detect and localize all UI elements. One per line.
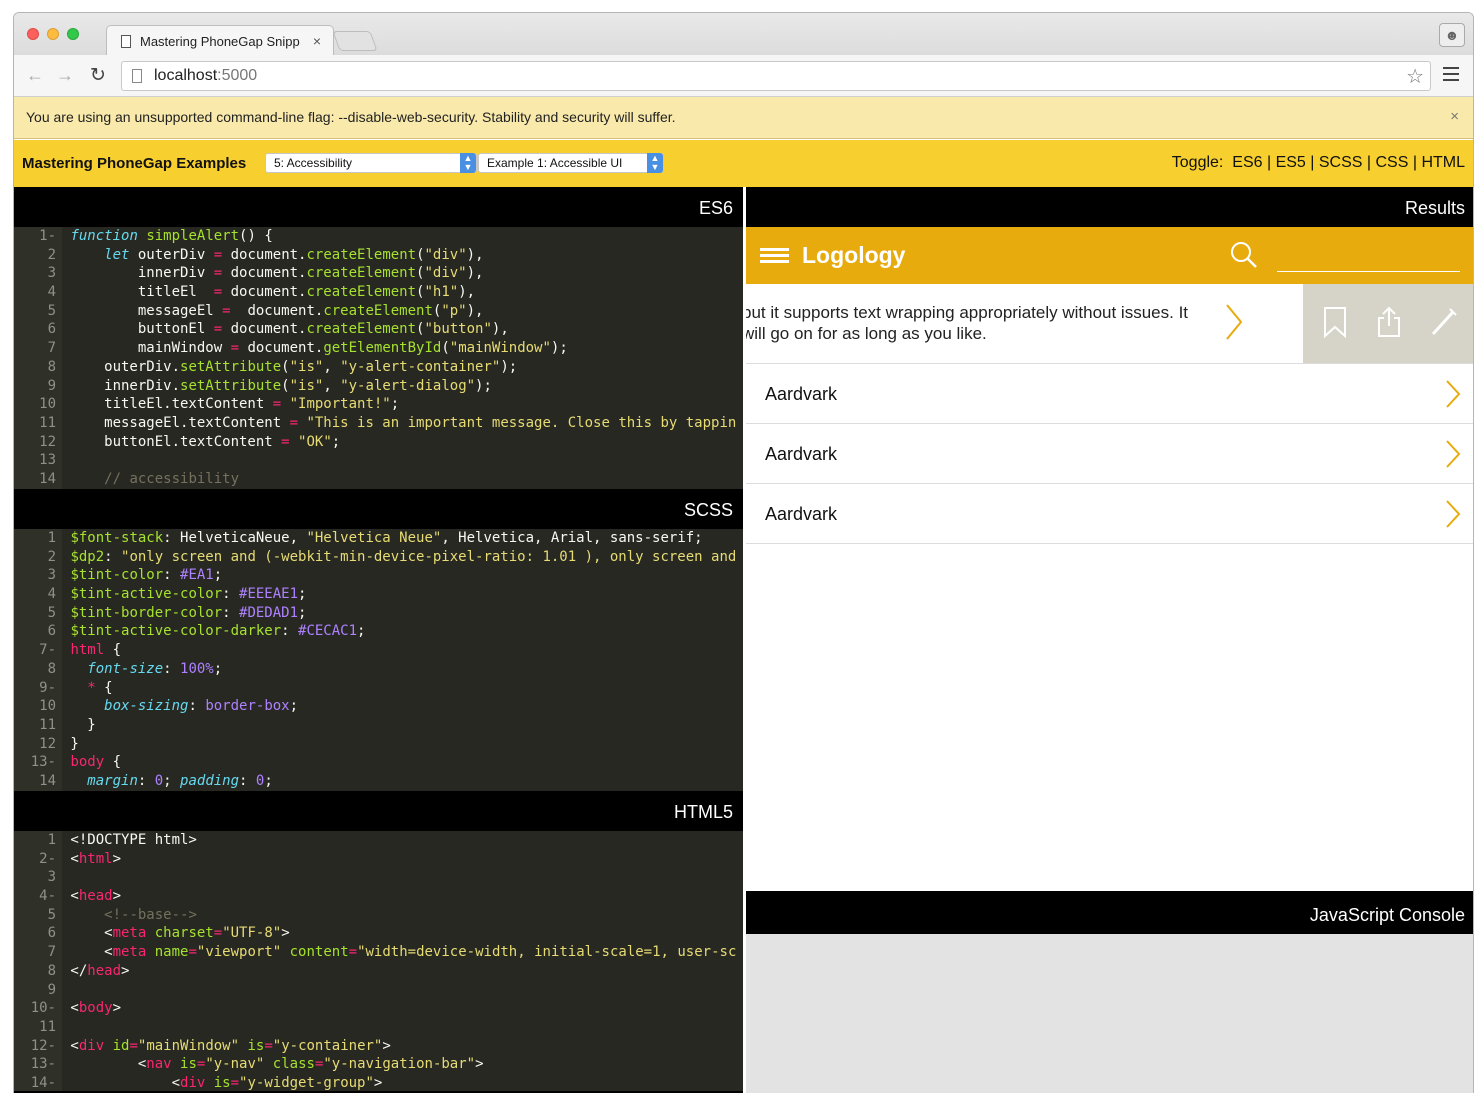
chevron-right-icon xyxy=(1226,304,1243,340)
browser-toolbar: ← → ↻ localhost:5000 ☆ xyxy=(14,55,1473,97)
close-window-button[interactable] xyxy=(27,28,39,40)
chevron-right-icon xyxy=(1446,440,1461,468)
results-panel-header: Results xyxy=(746,187,1473,227)
app-header: Mastering PhoneGap Examples 5: Accessibi… xyxy=(14,140,1473,187)
forward-arrow-icon[interactable]: → xyxy=(56,65,74,86)
warning-close-icon[interactable]: × xyxy=(1450,108,1459,125)
swiped-list-item[interactable]: but it supports text wrapping appropriat… xyxy=(746,284,1473,364)
back-arrow-icon[interactable]: ← xyxy=(26,65,44,86)
profile-icon[interactable]: ☻ xyxy=(1439,23,1465,47)
app-title: Logology xyxy=(802,242,906,268)
zoom-window-button[interactable] xyxy=(67,28,79,40)
share-icon[interactable] xyxy=(1375,306,1403,338)
chapter-select[interactable]: 5: Accessibility ▲ ▼ xyxy=(265,153,477,173)
app-navigation-bar: Logology xyxy=(746,227,1473,284)
select-arrows-icon: ▲ ▼ xyxy=(460,153,476,173)
results-column: Results Logology but it supports text wr… xyxy=(746,187,1473,1093)
warning-message: You are using an unsupported command-lin… xyxy=(26,109,676,125)
example-select[interactable]: Example 1: Accessible UI ▲ ▼ xyxy=(478,153,664,173)
bookmark-star-icon[interactable]: ☆ xyxy=(1406,64,1424,89)
menu-icon[interactable] xyxy=(760,248,789,264)
search-icon[interactable] xyxy=(1229,240,1259,270)
toggle-es6[interactable]: ES6 xyxy=(1232,154,1262,171)
list-item-text: but it supports text wrapping appropriat… xyxy=(746,303,1189,343)
list-item[interactable]: Aardvark xyxy=(746,364,1473,424)
app-brand: Mastering PhoneGap Examples xyxy=(22,155,247,172)
list-item[interactable]: Aardvark xyxy=(746,424,1473,484)
toggle-es5[interactable]: ES5 xyxy=(1276,154,1306,171)
tab-title: Mastering PhoneGap Snipp xyxy=(140,34,300,49)
browser-window: Mastering PhoneGap Snipp × ☻ ← → ↻ local… xyxy=(13,12,1474,1093)
scss-editor[interactable]: 1 $font-stack: HelveticaNeue, "Helvetica… xyxy=(14,529,743,791)
list-item-label: Aardvark xyxy=(765,504,838,524)
page-info-icon[interactable] xyxy=(132,69,142,83)
warning-infobar: You are using an unsupported command-lin… xyxy=(14,97,1473,139)
html-panel-header: HTML5 xyxy=(14,791,743,831)
list-item-label: Aardvark xyxy=(765,384,838,404)
javascript-console[interactable] xyxy=(746,934,1473,1093)
tab-close-icon[interactable]: × xyxy=(313,33,321,49)
console-panel-header: JavaScript Console xyxy=(746,891,1473,934)
swipe-actions xyxy=(1303,284,1473,363)
url-text[interactable]: localhost:5000 xyxy=(154,67,257,85)
chevron-right-icon xyxy=(1446,500,1461,528)
tab-strip: Mastering PhoneGap Snipp × ☻ xyxy=(14,13,1473,56)
editor-column: ES6 1- function simpleAlert() {2 let out… xyxy=(14,187,743,1093)
browser-menu-icon[interactable] xyxy=(1443,67,1459,81)
select-arrows-icon: ▲ ▼ xyxy=(647,153,663,173)
es6-panel-header: ES6 xyxy=(14,187,743,227)
list-item-label: Aardvark xyxy=(765,444,838,464)
es6-editor[interactable]: 1- function simpleAlert() {2 let outerDi… xyxy=(14,227,743,489)
list-item[interactable]: Aardvark xyxy=(746,484,1473,544)
panel-toggles: Toggle: ES6 | ES5 | SCSS | CSS | HTML xyxy=(1171,154,1465,171)
reload-icon[interactable]: ↻ xyxy=(90,64,106,87)
results-preview: Logology but it supports text wrapping a… xyxy=(746,227,1473,891)
toggle-css[interactable]: CSS xyxy=(1375,154,1408,171)
chevron-right-icon xyxy=(1446,380,1461,408)
scss-panel-header: SCSS xyxy=(14,489,743,529)
toggle-scss[interactable]: SCSS xyxy=(1319,154,1363,171)
new-tab-button[interactable] xyxy=(332,31,378,51)
toggle-html[interactable]: HTML xyxy=(1421,154,1465,171)
browser-tab[interactable]: Mastering PhoneGap Snipp × xyxy=(106,25,334,56)
minimize-window-button[interactable] xyxy=(47,28,59,40)
page-icon xyxy=(121,35,131,48)
address-bar[interactable]: localhost:5000 ☆ xyxy=(121,61,1431,91)
pencil-icon[interactable] xyxy=(1429,306,1457,338)
html-editor[interactable]: 1 <!DOCTYPE html> 2- <html> 3 4- <head> 5 <!… xyxy=(14,831,743,1091)
search-input[interactable] xyxy=(1277,271,1460,272)
bookmark-icon[interactable] xyxy=(1321,306,1349,338)
